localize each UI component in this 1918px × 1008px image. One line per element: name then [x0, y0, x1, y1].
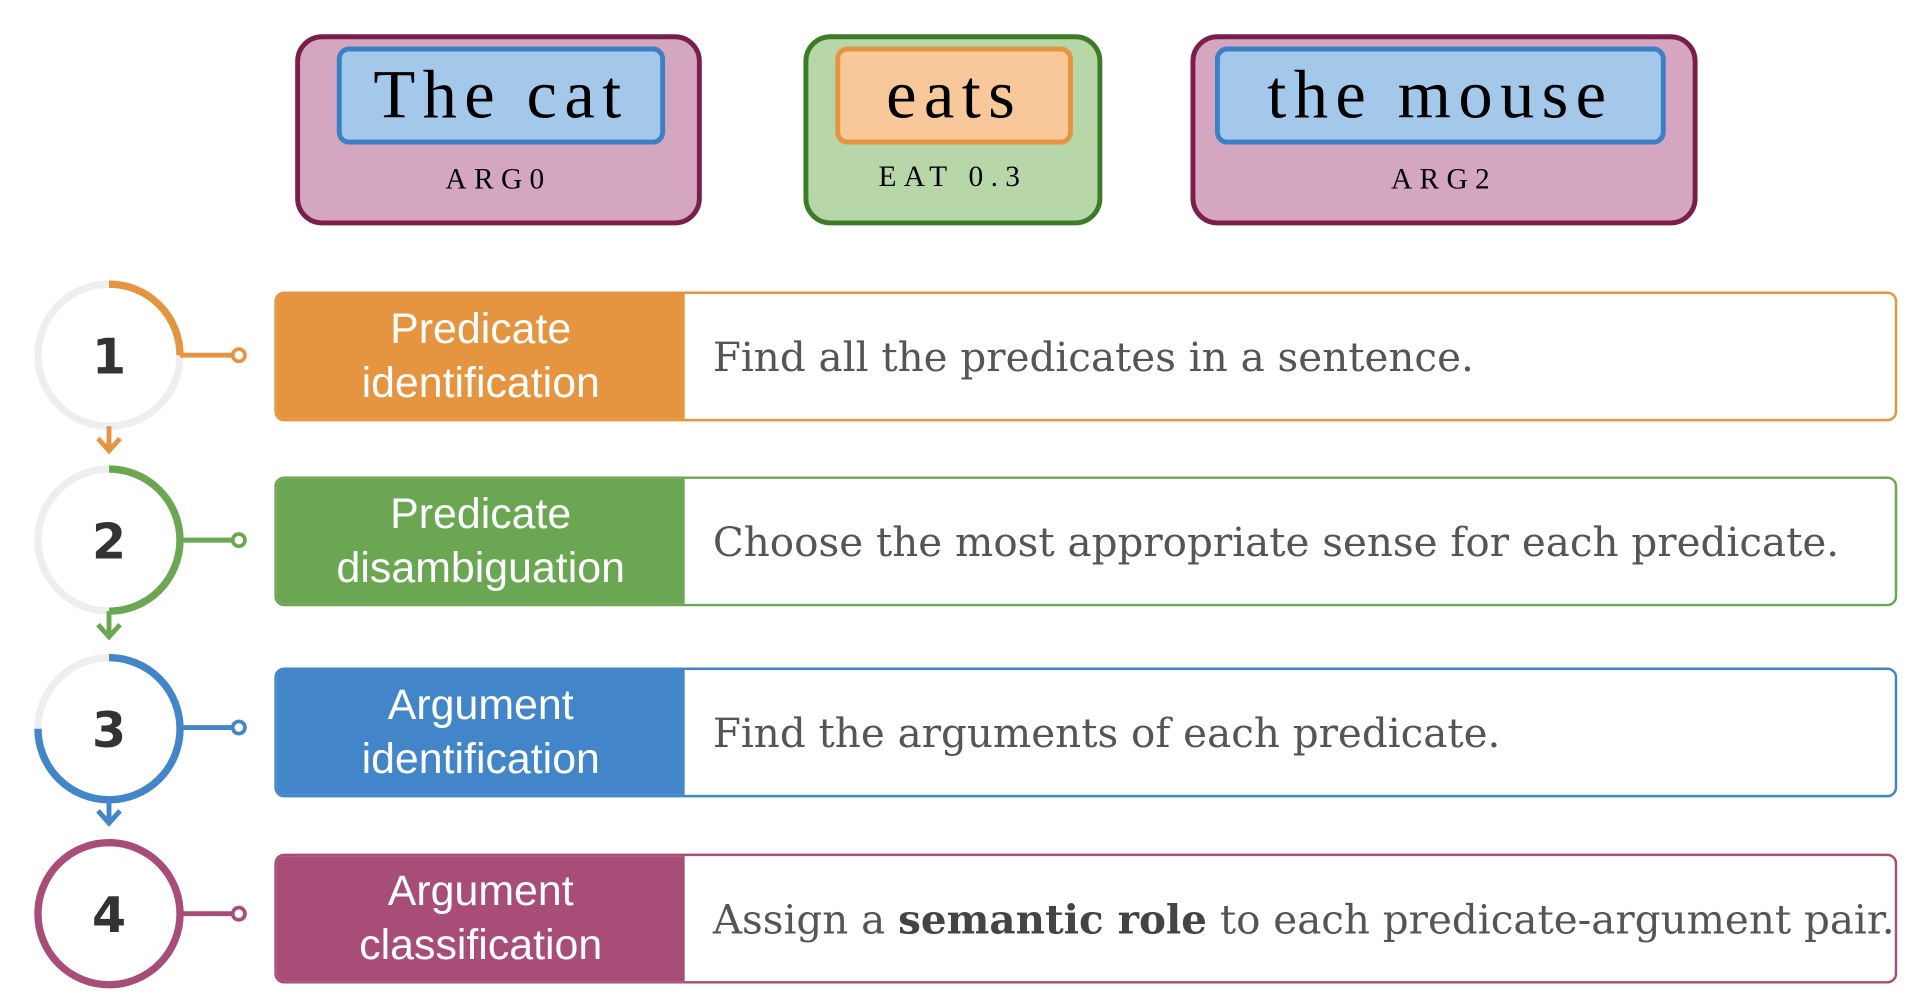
- step-2-description: Choose the most appropriate sense for ea…: [712, 517, 1840, 566]
- step-3-row: Argument identification Find the argumen…: [274, 667, 1898, 798]
- step-1-description: Find all the predicates in a sentence.: [712, 332, 1474, 381]
- step-3-description: Find the arguments of each predicate.: [712, 708, 1501, 757]
- arg2-tag: ARG2: [1390, 164, 1498, 196]
- step-2-number: 2: [92, 514, 126, 571]
- predicate-word: eats: [835, 46, 1073, 145]
- predicate-box: eats EAT 0.3: [803, 34, 1103, 226]
- step-timeline: 1 2 3 4: [34, 280, 247, 989]
- arg2-word: the mouse: [1215, 46, 1666, 145]
- step-4-description-end: to each predicate-argument pair.: [1207, 894, 1895, 943]
- arg0-tag: ARG0: [445, 164, 552, 196]
- step-4-description: Assign a semantic role to each predicate…: [713, 856, 1895, 981]
- step-1-row: Predicate identification Find all the pr…: [274, 291, 1898, 422]
- step-1-number: 1: [92, 329, 126, 386]
- step-3-number: 3: [92, 702, 126, 759]
- step-2-label: Predicate disambiguation: [276, 478, 685, 604]
- step-4-label: Argument classification: [276, 856, 685, 982]
- step-1-label: Predicate identification: [276, 293, 685, 419]
- step-4-number: 4: [92, 887, 126, 944]
- predicate-sense-tag: EAT 0.3: [878, 161, 1028, 194]
- step-2-row: Predicate disambiguation Choose the most…: [274, 476, 1898, 607]
- arg0-word: The cat: [336, 46, 666, 145]
- arg2-box: the mouse ARG2: [1190, 34, 1698, 226]
- step-4-description-start: Assign a: [712, 894, 899, 943]
- step-3-label: Argument identification: [276, 669, 685, 795]
- step-4-row: Argument classification Assign a semanti…: [274, 853, 1898, 984]
- arg0-box: The cat ARG0: [295, 34, 702, 226]
- semantic-role-emphasis: semantic role: [898, 894, 1208, 943]
